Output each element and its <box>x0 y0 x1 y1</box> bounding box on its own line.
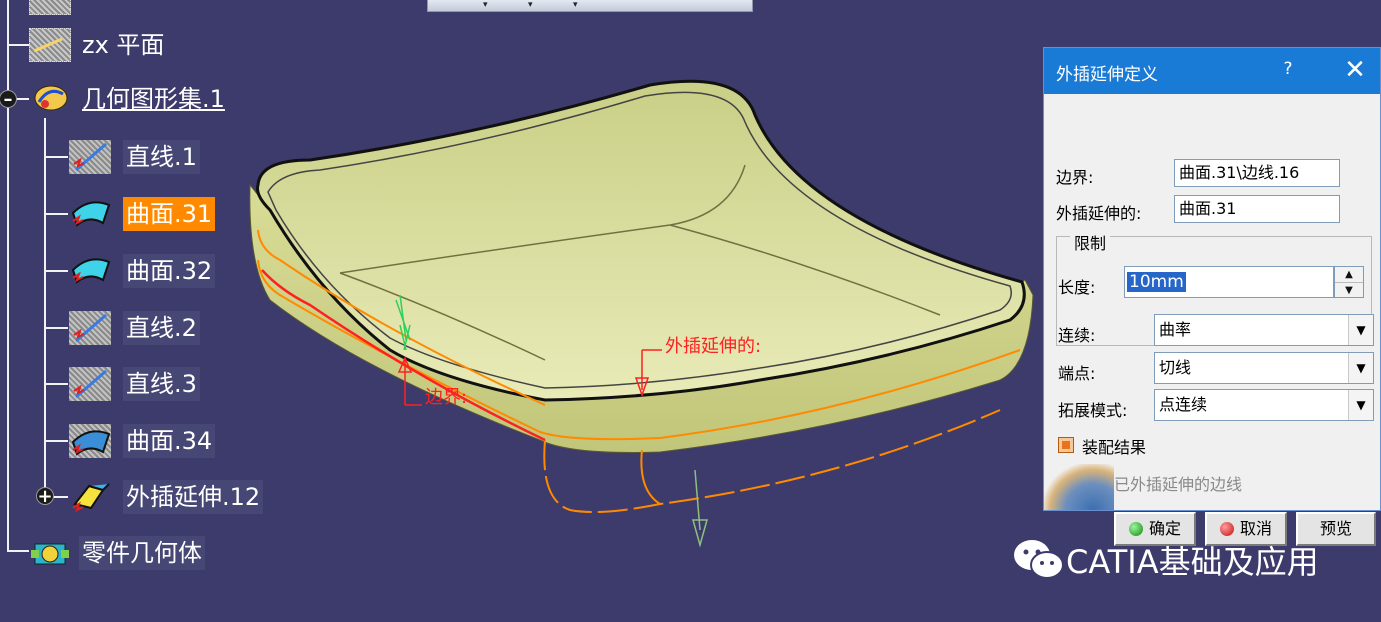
propagation-value: 点连续 <box>1159 395 1208 414</box>
line-icon <box>69 367 111 401</box>
collapse-icon[interactable]: – <box>0 90 17 109</box>
tree-node-label[interactable]: 曲面.34 <box>123 424 216 458</box>
assemble-result-label: 装配结果 <box>1082 438 1147 457</box>
expand-icon[interactable]: + <box>36 487 54 506</box>
ok-icon <box>1128 522 1143 536</box>
3d-viewport[interactable]: 外插延伸的: 边界: <box>240 60 1040 560</box>
tree-node-part-body[interactable]: 零件几何体 <box>29 535 205 571</box>
ok-label: 确定 <box>1148 519 1181 538</box>
surface-icon <box>69 254 111 288</box>
tree-connector <box>7 44 29 46</box>
extrapolated-edge <box>640 449 661 505</box>
tree-node-surface-31[interactable]: 曲面.31 <box>69 196 216 232</box>
dialog-title: 外插延伸定义 <box>1056 65 1158 85</box>
close-button[interactable]: ✕ <box>1342 55 1368 85</box>
toolbar-dropdown-icon[interactable]: ▾ <box>573 0 578 10</box>
continuity-label: 连续: <box>1058 326 1096 345</box>
cancel-icon <box>1219 522 1234 536</box>
chevron-down-icon[interactable]: ▼ <box>1348 315 1373 345</box>
tree-connector <box>7 0 9 550</box>
surface-icon <box>69 197 111 231</box>
tree-connector <box>44 440 68 442</box>
length-value[interactable]: 10mm <box>1127 272 1186 292</box>
tree-node-hidden[interactable] <box>29 0 79 16</box>
tree-node-label[interactable]: 零件几何体 <box>79 536 205 570</box>
tree-node-label[interactable]: 几何图形集.1 <box>79 82 228 116</box>
geometrical-set-icon <box>29 82 71 116</box>
continuity-combo[interactable]: 曲率 ▼ <box>1154 314 1374 346</box>
propagation-combo[interactable]: 点连续 ▼ <box>1154 389 1374 421</box>
plane-icon <box>29 28 71 62</box>
wechat-icon <box>1014 540 1064 579</box>
annotation-boundary: 边界: <box>425 387 467 408</box>
line-icon <box>69 140 111 174</box>
tree-node-label[interactable]: 直线.3 <box>123 367 200 401</box>
chevron-down-icon[interactable]: ▼ <box>1348 353 1373 383</box>
tree-connector <box>7 550 29 552</box>
propagation-label: 拓展模式: <box>1058 401 1128 420</box>
direction-arrow-icon <box>692 469 708 548</box>
tree-node-surface-34[interactable]: 曲面.34 <box>69 423 216 459</box>
tree-node-zx-plane[interactable]: zx 平面 <box>29 27 167 63</box>
endpoint-combo[interactable]: 切线 ▼ <box>1154 352 1374 384</box>
help-button[interactable]: ? <box>1278 59 1298 79</box>
tree-node-surface-32[interactable]: 曲面.32 <box>69 253 216 289</box>
dialog-title-bar[interactable]: 外插延伸定义 ? ✕ <box>1044 48 1380 94</box>
toolbar-dropdown-icon[interactable]: ▾ <box>528 0 533 10</box>
tree-node-label[interactable]: 直线.2 <box>123 311 200 345</box>
boundary-field[interactable]: 曲面.31\边线.16 <box>1174 159 1340 187</box>
limit-group-title: 限制 <box>1070 230 1111 254</box>
endpoint-value: 切线 <box>1159 358 1192 377</box>
tree-node-extrapolate-12[interactable]: 外插延伸.12 <box>69 479 264 515</box>
tree-connector <box>44 327 68 329</box>
dialog-body: 边界: 曲面.31\边线.16 外插延伸的: 曲面.31 限制 长度: 10mm… <box>1044 94 1380 546</box>
tree-node-line-2[interactable]: 直线.2 <box>69 310 200 346</box>
assemble-result-checkbox[interactable] <box>1058 437 1074 453</box>
spin-up-icon[interactable]: ▲ <box>1335 267 1363 283</box>
tree-connector <box>44 213 68 215</box>
endpoint-label: 端点: <box>1058 364 1096 383</box>
watermark-text: CATIA基础及应用 <box>1066 543 1319 581</box>
plane-icon <box>29 0 71 15</box>
extrapolate-icon <box>69 480 111 514</box>
length-spinner[interactable]: ▲ ▼ <box>1334 266 1364 298</box>
watermark: CATIA基础及应用 <box>1012 537 1319 583</box>
extrapolated-field[interactable]: 曲面.31 <box>1174 195 1340 223</box>
tree-node-line-1[interactable]: 直线.1 <box>69 139 200 175</box>
tree-node-label[interactable]: zx 平面 <box>79 28 167 62</box>
top-toolbar[interactable]: ▾ ▾ ▾ <box>427 0 753 12</box>
extrapolate-definition-dialog: 外插延伸定义 ? ✕ 边界: 曲面.31\边线.16 外插延伸的: 曲面.31 … <box>1043 47 1381 546</box>
toolbar-dropdown-icon[interactable]: ▾ <box>483 0 488 10</box>
tree-node-label[interactable]: 曲面.32 <box>123 254 216 288</box>
line-icon <box>69 311 111 345</box>
tree-connector <box>44 383 68 385</box>
tree-connector <box>44 270 68 272</box>
tree-node-label[interactable]: 曲面.31 <box>123 197 216 231</box>
extrapolated-label: 外插延伸的: <box>1056 204 1142 223</box>
continuity-value: 曲率 <box>1159 320 1192 339</box>
surface-icon <box>69 424 111 458</box>
chevron-down-icon[interactable]: ▼ <box>1348 390 1373 420</box>
globe-logo <box>1044 464 1114 510</box>
part-body-icon <box>29 536 71 570</box>
cancel-label: 取消 <box>1239 519 1272 538</box>
tree-connector <box>44 156 68 158</box>
annotation-extrapolated: 外插延伸的: <box>665 336 761 357</box>
length-input[interactable]: 10mm <box>1124 266 1334 298</box>
tree-node-geometrical-set[interactable]: 几何图形集.1 <box>29 81 228 117</box>
tree-node-line-3[interactable]: 直线.3 <box>69 366 200 402</box>
spin-down-icon[interactable]: ▼ <box>1335 283 1363 298</box>
tree-node-label[interactable]: 直线.1 <box>123 140 200 174</box>
length-label: 长度: <box>1058 278 1096 297</box>
boundary-label: 边界: <box>1056 168 1094 187</box>
